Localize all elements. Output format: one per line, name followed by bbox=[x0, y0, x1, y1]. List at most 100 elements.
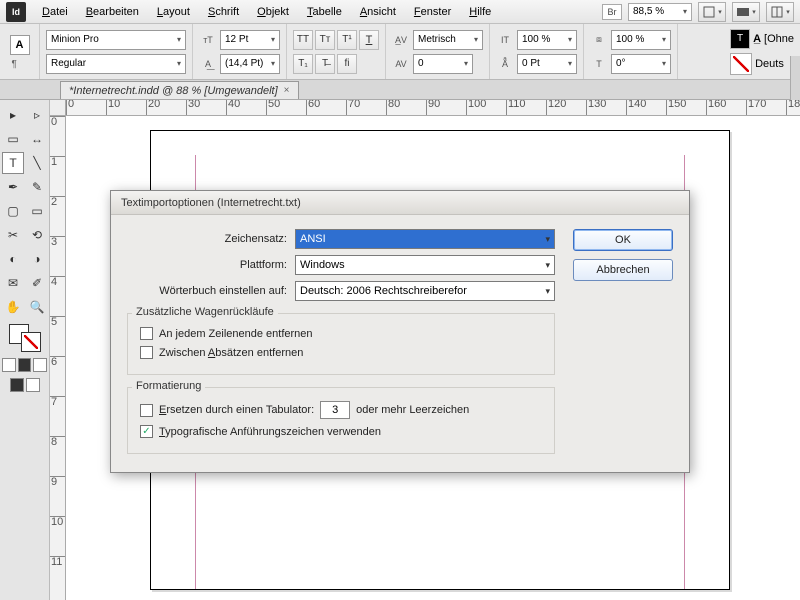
woerterbuch-dropdown[interactable]: Deutsch: 2006 Rechtschreiberefor bbox=[295, 281, 555, 301]
vscale-icon: IT bbox=[496, 35, 514, 45]
line-tool[interactable]: ╲ bbox=[26, 152, 48, 174]
ok-button[interactable]: OK bbox=[573, 229, 673, 251]
document-tab[interactable]: *Internetrecht.indd @ 88 % [Umgewandelt]… bbox=[60, 81, 299, 99]
panel-dock[interactable] bbox=[790, 56, 800, 100]
pen-tool[interactable]: ✒ bbox=[2, 176, 24, 198]
subscript-button[interactable]: T₁ bbox=[293, 54, 313, 74]
pencil-tool[interactable]: ✎ bbox=[26, 176, 48, 198]
menu-schrift[interactable]: Schrift bbox=[200, 3, 247, 21]
menu-tabelle[interactable]: Tabelle bbox=[299, 3, 350, 21]
woerterbuch-label: Wörterbuch einstellen auf: bbox=[127, 285, 287, 297]
normal-view-button[interactable] bbox=[10, 378, 24, 392]
smallcaps-button[interactable]: Tᴛ bbox=[315, 30, 335, 50]
hand-tool[interactable]: ✋ bbox=[2, 296, 24, 318]
cancel-button[interactable]: Abbrechen bbox=[573, 259, 673, 281]
page-tool[interactable]: ▭ bbox=[2, 128, 24, 150]
toolbox: ▸ ▹ ▭ ↔ T ╲ ✒ ✎ ▢ ▭ ✂ ⟲ ◐ ◑ ✉ ✐ ✋ 🔍 bbox=[0, 100, 50, 600]
dialog-title: Textimportoptionen (Internetrecht.txt) bbox=[121, 197, 301, 209]
language-label: Deuts bbox=[755, 58, 784, 70]
font-size-combo[interactable]: 12 Pt bbox=[220, 30, 280, 50]
stroke-color-button[interactable] bbox=[730, 53, 752, 75]
stroke-swatch[interactable] bbox=[21, 332, 41, 352]
eyedropper-tool[interactable]: ✐ bbox=[26, 272, 48, 294]
kerning-combo[interactable]: Metrisch bbox=[413, 30, 483, 50]
arrange-button[interactable] bbox=[766, 2, 794, 22]
allcaps-button[interactable]: TT bbox=[293, 30, 313, 50]
document-tab-strip: *Internetrecht.indd @ 88 % [Umgewandelt]… bbox=[0, 80, 800, 100]
superscript-button[interactable]: T¹ bbox=[337, 30, 357, 50]
character-mode-button[interactable]: A bbox=[10, 35, 30, 55]
wagenruecklaeufe-legend: Zusätzliche Wagenrückläufe bbox=[132, 306, 278, 318]
control-bar: A ¶ Minion Pro Regular тT12 Pt A͟(14,4 P… bbox=[0, 24, 800, 80]
fill-color-button[interactable]: T bbox=[730, 29, 750, 49]
replace-tab-checkbox[interactable] bbox=[140, 404, 153, 417]
close-tab-icon[interactable]: × bbox=[284, 85, 290, 96]
bridge-icon[interactable]: Br bbox=[602, 4, 622, 20]
menu-layout[interactable]: Layout bbox=[149, 3, 198, 21]
gradient-swatch-tool[interactable]: ◐ bbox=[2, 248, 24, 270]
zoom-level-combo[interactable]: 88,5 % bbox=[628, 3, 692, 21]
menu-bar: Id Datei Bearbeiten Layout Schrift Objek… bbox=[0, 0, 800, 24]
baseline-icon: Aͣ bbox=[496, 59, 514, 69]
menu-objekt[interactable]: Objekt bbox=[249, 3, 297, 21]
ruler-origin[interactable] bbox=[50, 100, 66, 116]
menu-bearbeiten[interactable]: Bearbeiten bbox=[78, 3, 147, 21]
rectangle-frame-tool[interactable]: ▢ bbox=[2, 200, 24, 222]
skew-combo[interactable]: 0° bbox=[611, 54, 671, 74]
type-tool[interactable]: T bbox=[2, 152, 24, 174]
tracking-combo[interactable]: 0 bbox=[413, 54, 473, 74]
menu-ansicht[interactable]: Ansicht bbox=[352, 3, 404, 21]
skew-icon: T bbox=[590, 59, 608, 69]
plattform-dropdown[interactable]: Windows bbox=[295, 255, 555, 275]
vertical-ruler[interactable]: 01234567891011 bbox=[50, 116, 66, 600]
view-options-button[interactable] bbox=[698, 2, 726, 22]
zeichensatz-label: Zeichensatz: bbox=[127, 233, 287, 245]
fill-stroke-swatch[interactable] bbox=[9, 324, 41, 352]
wagenruecklaeufe-group: Zusätzliche Wagenrückläufe An jedem Zeil… bbox=[127, 313, 555, 375]
zoom-tool[interactable]: 🔍 bbox=[26, 296, 48, 318]
direct-selection-tool[interactable]: ▹ bbox=[26, 104, 48, 126]
gradient-feather-tool[interactable]: ◑ bbox=[26, 248, 48, 270]
leading-icon: A͟ bbox=[199, 59, 217, 69]
gap-tool[interactable]: ↔ bbox=[26, 128, 48, 150]
baseline-combo[interactable]: 0 Pt bbox=[517, 54, 577, 74]
formatierung-legend: Formatierung bbox=[132, 380, 205, 392]
typographic-quotes-checkbox[interactable]: ✓ bbox=[140, 425, 153, 438]
replace-tab-label-post: oder mehr Leerzeichen bbox=[356, 404, 469, 416]
underline-button[interactable]: T bbox=[359, 30, 379, 50]
font-style-combo[interactable]: Regular bbox=[46, 54, 186, 74]
selection-tool[interactable]: ▸ bbox=[2, 104, 24, 126]
zeichensatz-dropdown[interactable]: ANSI bbox=[295, 229, 555, 249]
apply-none-button[interactable] bbox=[33, 358, 47, 372]
replace-tab-label-pre: Ersetzen durch einen Tabulator: bbox=[159, 404, 314, 416]
typographic-quotes-label: Typografische Anführungszeichen verwende… bbox=[159, 426, 381, 438]
document-tab-label: *Internetrecht.indd @ 88 % [Umgewandelt] bbox=[69, 85, 278, 97]
screen-mode-button[interactable] bbox=[732, 2, 760, 22]
scissors-tool[interactable]: ✂ bbox=[2, 224, 24, 246]
horizontal-ruler[interactable]: 0102030405060708090100110120130140150160… bbox=[66, 100, 800, 116]
ligature-button[interactable]: fi bbox=[337, 54, 357, 74]
strikethrough-button[interactable]: T̶ bbox=[315, 54, 335, 74]
menu-fenster[interactable]: Fenster bbox=[406, 3, 459, 21]
hscale-combo[interactable]: 100 % bbox=[611, 30, 671, 50]
remove-eol-checkbox[interactable] bbox=[140, 327, 153, 340]
spaces-count-input[interactable] bbox=[320, 401, 350, 419]
menu-hilfe[interactable]: Hilfe bbox=[461, 3, 499, 21]
preview-view-button[interactable] bbox=[26, 378, 40, 392]
free-transform-tool[interactable]: ⟲ bbox=[26, 224, 48, 246]
rectangle-tool[interactable]: ▭ bbox=[26, 200, 48, 222]
menu-datei[interactable]: Datei bbox=[34, 3, 76, 21]
kerning-icon: A̲V bbox=[392, 35, 410, 45]
note-tool[interactable]: ✉ bbox=[2, 272, 24, 294]
paragraph-mode-button[interactable]: ¶ bbox=[12, 59, 28, 69]
dialog-titlebar[interactable]: Textimportoptionen (Internetrecht.txt) bbox=[111, 191, 689, 215]
plattform-label: Plattform: bbox=[127, 259, 287, 271]
leading-combo[interactable]: (14,4 Pt) bbox=[220, 54, 280, 74]
text-import-options-dialog: Textimportoptionen (Internetrecht.txt) Z… bbox=[110, 190, 690, 473]
char-style-label: [Ohne bbox=[764, 33, 794, 45]
apply-gradient-button[interactable] bbox=[18, 358, 32, 372]
remove-between-paragraphs-checkbox[interactable] bbox=[140, 346, 153, 359]
vscale-combo[interactable]: 100 % bbox=[517, 30, 577, 50]
apply-color-button[interactable] bbox=[2, 358, 16, 372]
font-family-combo[interactable]: Minion Pro bbox=[46, 30, 186, 50]
